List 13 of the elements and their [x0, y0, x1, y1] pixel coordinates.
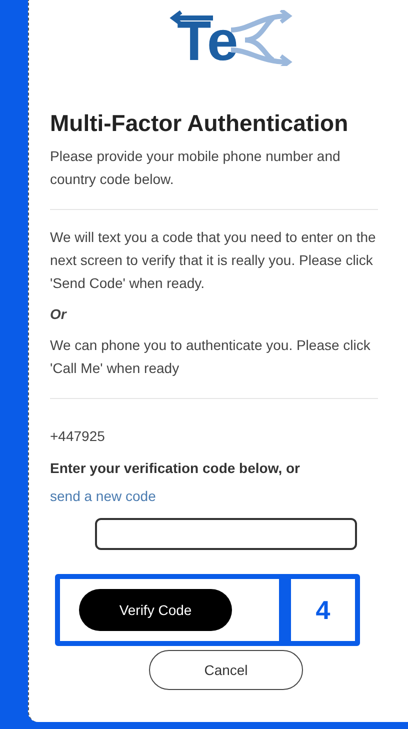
verify-code-button[interactable]: Verify Code	[79, 589, 232, 631]
resend-link[interactable]: send a new code	[50, 488, 156, 504]
code-label: Enter your verification code below, or send a new code	[50, 459, 301, 506]
or-text: Or	[50, 305, 68, 324]
phone-number: +447925	[50, 427, 106, 446]
sms-instructions: We will text you a code that you need to enter on the next screen to verify that it is really you. Please click 'Send Code' when ready.	[50, 228, 377, 293]
code-input-field[interactable]	[95, 518, 357, 550]
call-instructions: We can phone you to authenticate you. Please click 'Call Me' when ready	[50, 336, 372, 378]
company-logo: Te	[169, 10, 299, 66]
page-title: Multi-Factor Authentication	[50, 110, 350, 137]
step-number: 4	[284, 574, 360, 646]
intro-text: Please provide your mobile phone number and country code below.	[50, 147, 342, 189]
cancel-button[interactable]: Cancel	[149, 650, 303, 690]
